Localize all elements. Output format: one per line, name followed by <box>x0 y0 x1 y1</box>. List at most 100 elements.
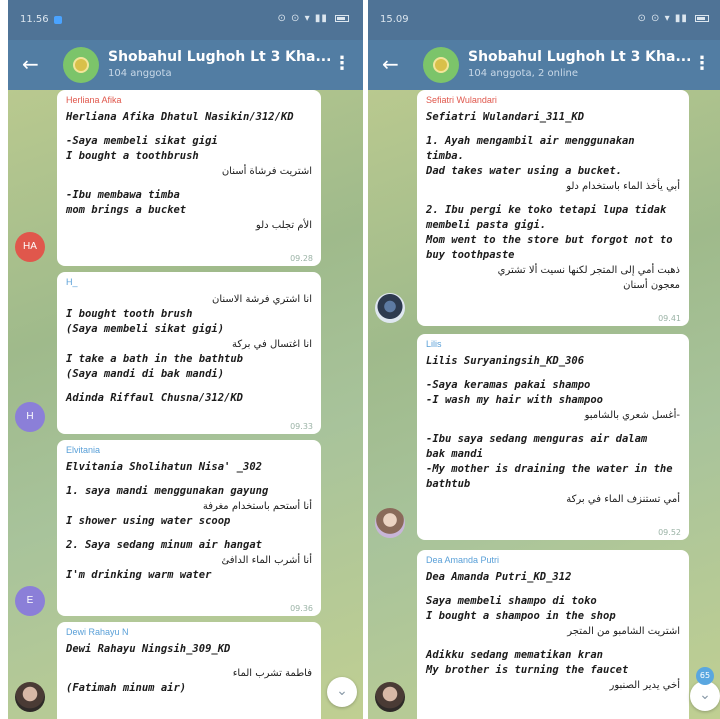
group-title[interactable]: Shobahul Lughoh Lt 3 Kha... <box>468 49 691 65</box>
message-line: bathtub <box>426 478 471 490</box>
right-screenshot: 15.09 ⊙ ⊙ ▾ ▮▮ ← Shobahul Lughoh Lt 3 Kh… <box>368 0 720 719</box>
message-line: Adikku sedang mematikan kran <box>426 649 604 661</box>
message-line: 1. saya mandi menggunakan gayung <box>66 485 269 497</box>
sender-name[interactable]: H_ <box>66 277 312 287</box>
message-timestamp: 09.28 <box>290 254 313 263</box>
message-bubble[interactable]: Lilis Lilis Suryaningsih_KD_306 -Saya kera… <box>417 334 689 540</box>
message-timestamp: 09.41 <box>658 314 681 323</box>
chevron-down-icon: ⌄ <box>336 683 348 699</box>
message-line: فاطمة تشرب الماء <box>232 668 312 679</box>
message-line: 1. Ayah mengambil air menggunakan <box>426 135 635 147</box>
message-line: أخي يدير الصنبور <box>609 680 680 691</box>
message-line: أغسل شعري بالشامبو- <box>584 410 680 421</box>
back-arrow-icon[interactable]: ← <box>22 53 44 75</box>
more-menu-icon[interactable]: ⋮ <box>333 54 351 74</box>
status-icons: ⊙ ⊙ ▾ ▮▮ <box>638 13 709 24</box>
message-line: (Fatimah minum air) <box>66 682 187 694</box>
group-title[interactable]: Shobahul Lughoh Lt 3 Kha... <box>108 49 331 65</box>
message-line: I'm drinking warm water <box>66 569 212 581</box>
message-line: Saya membeli shampo di toko <box>426 595 597 607</box>
battery-icon <box>335 14 349 22</box>
sender-avatar[interactable] <box>375 508 405 538</box>
message-line <box>66 475 312 484</box>
message-line: I bought a shampoo in the shop <box>426 610 616 622</box>
message-line <box>426 585 680 594</box>
group-member-count: 104 anggota <box>108 68 172 79</box>
sender-name[interactable]: Dea Amanda Putri <box>426 555 680 565</box>
message-line <box>426 423 680 432</box>
message-line <box>426 369 680 378</box>
sender-name[interactable]: Lilis <box>426 339 680 349</box>
scroll-down-button[interactable]: ⌄ <box>327 677 357 707</box>
message-line: (Saya mandi di bak mandi) <box>66 368 225 380</box>
chat-header: ← Shobahul Lughoh Lt 3 Kha... 104 anggot… <box>368 40 720 90</box>
message-line: I shower using water scoop <box>66 515 231 527</box>
message-line: معجون أسنان <box>623 280 680 291</box>
message-line: انا اغتسال في بركة <box>232 339 312 350</box>
message-line: Adinda Riffaul Chusna/312/KD <box>66 392 244 404</box>
message-line: timba. <box>426 150 464 162</box>
message-timestamp: 09.36 <box>290 604 313 613</box>
message-line: Dewi Rahayu Ningsih_309_KD <box>66 643 231 655</box>
message-line: Herliana Afika Dhatul Nasikin/312/KD <box>66 111 294 123</box>
sender-name[interactable]: Herliana Afika <box>66 95 312 105</box>
sender-avatar[interactable]: E <box>15 586 45 616</box>
message-line: ذهبت أمي إلى المتجر لكنها نسيت ألا تشتري <box>497 265 680 276</box>
notification-icon <box>54 16 62 24</box>
sender-name[interactable]: Sefiatri Wulandari <box>426 95 680 105</box>
message-line: I take a bath in the bathtub <box>66 353 244 365</box>
status-icons: ⊙ ⊙ ▾ ▮▮ <box>278 13 349 24</box>
message-bubble[interactable]: H_ انا اشتري فرشة الاسنان I bought tooth b… <box>57 272 321 434</box>
sender-avatar[interactable]: H <box>15 402 45 432</box>
battery-icon <box>695 14 709 22</box>
message-line: أمي تستنزف الماء في بركة <box>566 494 680 505</box>
message-line: I bought a toothbrush <box>66 150 199 162</box>
message-line: buy toothpaste <box>426 249 515 261</box>
message-line <box>426 194 680 203</box>
message-bubble[interactable]: Dea Amanda Putri Dea Amanda Putri_KD_312 S… <box>417 550 689 719</box>
group-avatar[interactable] <box>63 47 99 83</box>
message-line: أنا أشرب الماء الدافئ <box>221 555 312 566</box>
status-bar: 11.56 ⊙ ⊙ ▾ ▮▮ <box>8 0 363 40</box>
message-line: -Ibu membawa timba <box>66 189 180 201</box>
sender-name[interactable]: Elvitania <box>66 445 312 455</box>
sender-avatar[interactable]: HA <box>15 232 45 262</box>
group-member-count: 104 anggota, 2 online <box>468 68 578 79</box>
message-line <box>66 382 312 391</box>
message-line: انا اشتري فرشة الاسنان <box>212 294 312 305</box>
message-line: -Saya membeli sikat gigi <box>66 135 218 147</box>
scroll-down-button[interactable]: ⌄ <box>690 681 720 711</box>
status-bar: 15.09 ⊙ ⊙ ▾ ▮▮ <box>368 0 720 40</box>
message-line: 2. Saya sedang minum air hangat <box>66 539 262 551</box>
message-bubble[interactable]: Elvitania Elvitania Sholihatun Nisa' _302… <box>57 440 321 616</box>
message-line: -My mother is draining the water in the <box>426 463 673 475</box>
message-line: -I wash my hair with shampoo <box>426 394 604 406</box>
message-line: أنا أستحم باستخدام مغرفة <box>202 501 312 512</box>
sender-avatar[interactable] <box>15 682 45 712</box>
message-line <box>66 529 312 538</box>
message-bubble[interactable]: Herliana Afika Herliana Afika Dhatul Nasi… <box>57 90 321 266</box>
message-line: الأم تجلب دلو <box>255 220 312 231</box>
message-line <box>66 125 312 134</box>
message-line: اشتريت الشامبو من المتجر <box>567 626 680 637</box>
message-timestamp: 09.33 <box>290 422 313 431</box>
message-bubble[interactable]: Sefiatri Wulandari Sefiatri Wulandari_311… <box>417 90 689 326</box>
group-avatar[interactable] <box>423 47 459 83</box>
more-menu-icon[interactable]: ⋮ <box>693 54 711 74</box>
sender-avatar[interactable] <box>375 682 405 712</box>
back-arrow-icon[interactable]: ← <box>382 53 404 75</box>
message-line: membeli pasta gigi. <box>426 219 547 231</box>
message-line: (Saya membeli sikat gigi) <box>66 323 225 335</box>
sender-name[interactable]: Dewi Rahayu N <box>66 627 312 637</box>
message-line: mom brings a bucket <box>66 204 187 216</box>
sender-avatar[interactable] <box>375 293 405 323</box>
message-bubble[interactable]: Dewi Rahayu N Dewi Rahayu Ningsih_309_KD ف… <box>57 622 321 719</box>
message-line: My brother is turning the faucet <box>426 664 629 676</box>
message-line: Sefiatri Wulandari_311_KD <box>426 111 585 123</box>
message-line: أبي يأخذ الماء باستخدام دلو <box>566 181 680 192</box>
message-line: bak mandi <box>426 448 483 460</box>
message-line: Lilis Suryaningsih_KD_306 <box>426 355 585 367</box>
message-line <box>66 657 312 666</box>
message-timestamp: 09.52 <box>658 528 681 537</box>
message-line <box>426 639 680 648</box>
